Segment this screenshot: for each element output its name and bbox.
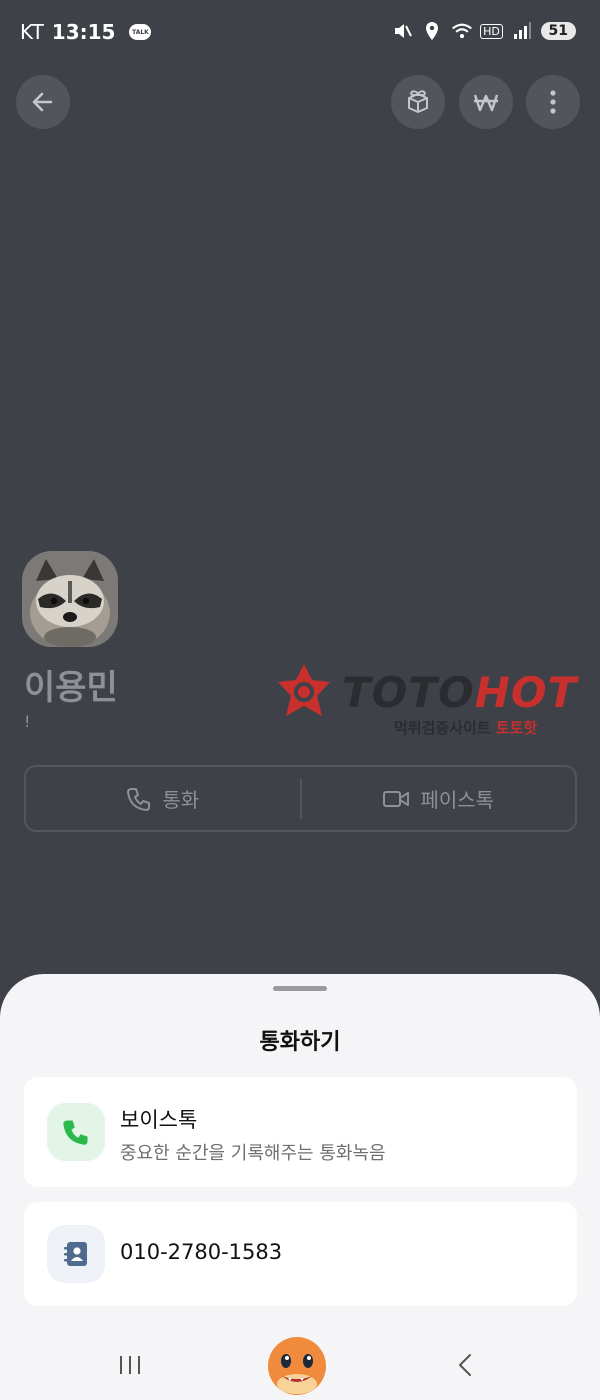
back-nav-button[interactable]	[450, 1352, 480, 1378]
phone-icon	[63, 1120, 88, 1145]
clock: 13:15	[51, 20, 116, 44]
location-icon	[421, 20, 443, 42]
voicetalk-subtitle: 중요한 순간을 기록해주는 통화녹음	[120, 1143, 386, 1164]
recent-apps-button[interactable]	[112, 1352, 148, 1378]
call-bottom-sheet: 통화하기 보이스톡 중요한 순간을 기록해주는 통화녹음 010-2780-15…	[0, 974, 600, 1400]
watermark-logo-icon	[278, 664, 330, 716]
face-talk-label: 페이스톡	[420, 788, 495, 812]
voice-call-label: 통화	[162, 788, 200, 812]
vibrate-mute-icon	[391, 20, 413, 42]
raccoon-avatar-icon	[22, 551, 118, 647]
charmander-home-icon	[268, 1337, 326, 1395]
home-button[interactable]	[266, 1334, 328, 1396]
recent-apps-icon	[120, 1356, 140, 1374]
battery-indicator: 51	[540, 22, 576, 40]
wifi-icon	[451, 20, 473, 42]
gift-button[interactable]	[391, 75, 445, 129]
hd-voice-icon: HD	[480, 20, 503, 42]
sheet-drag-handle[interactable]	[273, 986, 327, 991]
contact-book-icon	[64, 1242, 87, 1266]
call-options-bar: 통화 페이스톡	[24, 765, 577, 832]
voicetalk-title: 보이스톡	[120, 1108, 198, 1132]
back-arrow-icon	[32, 92, 53, 112]
pay-button[interactable]	[459, 75, 513, 129]
won-icon	[473, 94, 499, 112]
phone-number: 010-2780-1583	[120, 1240, 283, 1264]
video-camera-icon	[383, 790, 410, 807]
signal-icon	[511, 20, 533, 42]
back-button[interactable]	[16, 75, 70, 129]
voice-call-button[interactable]: 통화	[26, 767, 300, 830]
gift-icon	[408, 90, 428, 113]
watermark: TOTOHOT 먹튀검증사이트 토토핫	[272, 660, 592, 740]
sheet-title: 통화하기	[259, 1030, 341, 1055]
voicetalk-option[interactable]: 보이스톡 중요한 순간을 기록해주는 통화녹음	[24, 1077, 577, 1187]
phone-number-option[interactable]: 010-2780-1583	[24, 1202, 577, 1306]
contact-icon-box	[47, 1225, 105, 1283]
profile-avatar[interactable]	[22, 551, 118, 647]
more-vertical-icon	[550, 90, 556, 114]
more-button[interactable]	[526, 75, 580, 129]
status-message: !	[24, 712, 31, 731]
carrier-label: KT	[20, 20, 44, 44]
back-chevron-icon	[459, 1354, 471, 1376]
watermark-tagline-accent: 토토핫	[495, 719, 538, 737]
profile-name: 이용민	[24, 668, 118, 708]
watermark-brand-accent: HOT	[474, 668, 578, 717]
watermark-tagline: 먹튀검증사이트	[394, 719, 496, 737]
kakaotalk-notification-icon: TALK	[129, 24, 152, 40]
status-bar: KT 13:15 TALK HD 51	[0, 0, 600, 66]
phone-icon	[127, 787, 151, 811]
system-nav-bar	[0, 1326, 600, 1400]
face-talk-button[interactable]: 페이스톡	[302, 767, 576, 830]
voicetalk-icon-box	[47, 1103, 105, 1161]
watermark-brand: TOTO	[342, 668, 475, 717]
